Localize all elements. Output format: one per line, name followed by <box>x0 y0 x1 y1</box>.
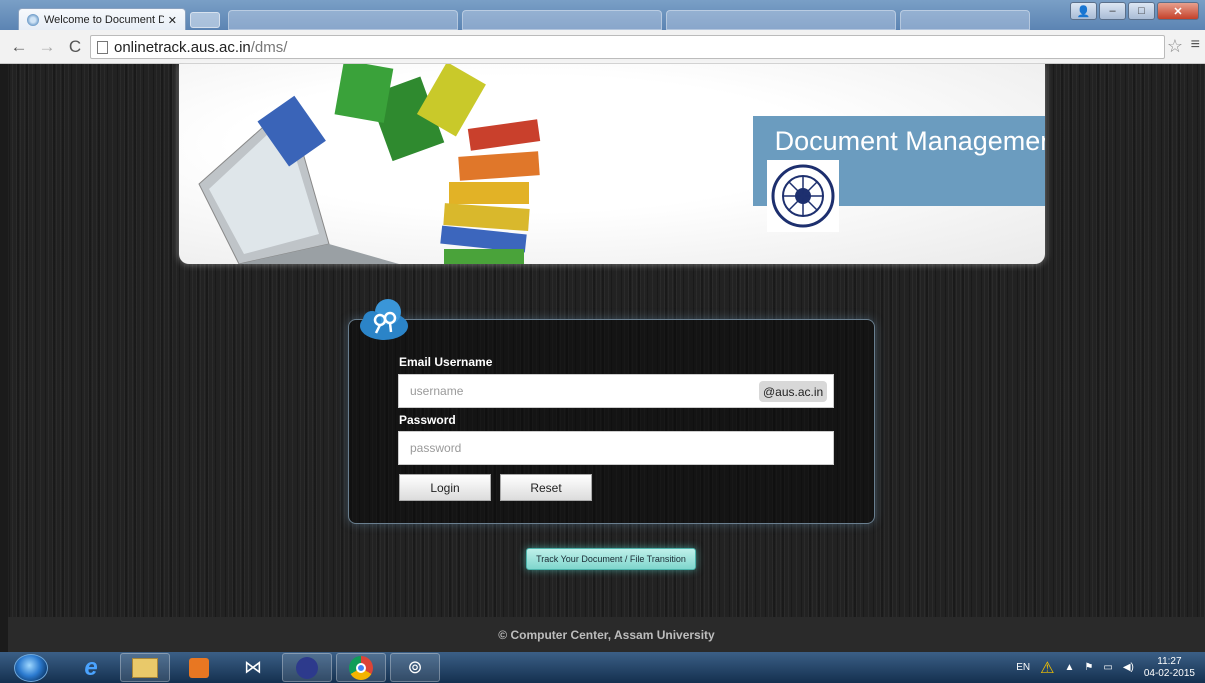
language-indicator[interactable]: EN <box>1016 662 1030 673</box>
minimize-button[interactable]: – <box>1099 2 1126 20</box>
internet-explorer-icon[interactable]: e <box>66 653 116 682</box>
chrome-menu-icon[interactable]: ≡ <box>1191 36 1200 54</box>
page-title: Document Management System <box>774 126 1045 156</box>
reset-button[interactable]: Reset <box>500 474 592 501</box>
window-controls: 👤 – □ ✕ <box>1070 2 1199 20</box>
tab-background[interactable] <box>666 10 896 30</box>
page-background: Document Management System <box>8 64 1205 648</box>
maximize-button[interactable]: □ <box>1128 2 1155 20</box>
address-bar[interactable]: onlinetrack.aus.ac.in /dms/ <box>90 35 1165 59</box>
user-icon[interactable]: 👤 <box>1070 2 1097 20</box>
start-button[interactable] <box>14 653 48 682</box>
folders-laptop-illustration <box>198 64 541 264</box>
password-label: Password <box>399 413 456 427</box>
university-seal-logo <box>767 160 839 232</box>
tab-background[interactable] <box>900 10 1030 30</box>
password-input[interactable] <box>398 431 834 465</box>
url-path: /dms/ <box>250 38 288 56</box>
url-host: onlinetrack.aus.ac.in <box>114 38 251 56</box>
globe-favicon-icon <box>27 14 39 26</box>
login-button[interactable]: Login <box>399 474 491 501</box>
tab-title: Welcome to Document Di <box>44 14 164 26</box>
tab-close-icon[interactable]: ✕ <box>168 14 177 27</box>
back-icon[interactable]: ← <box>10 37 28 57</box>
chrome-icon[interactable] <box>336 653 386 682</box>
tab-background[interactable] <box>228 10 458 30</box>
clock[interactable]: 11:27 04-02-2015 <box>1144 656 1195 680</box>
page-icon <box>97 40 108 54</box>
os-taskbar: e ⋈ ⊚ EN ⚠ ▲ ⚑ ▭ ◀) 11:27 04-02-2015 <box>0 652 1205 683</box>
bookmark-star-icon[interactable]: ☆ <box>1167 36 1183 57</box>
network-icon[interactable]: ▭ <box>1103 662 1112 673</box>
domain-suffix: @aus.ac.in <box>759 381 828 402</box>
file-explorer-icon[interactable] <box>120 653 170 682</box>
visual-studio-icon[interactable]: ⋈ <box>228 653 278 682</box>
new-tab-button[interactable] <box>190 12 220 28</box>
email-username-label: Email Username <box>399 355 493 369</box>
reload-icon[interactable]: C <box>66 37 84 57</box>
tab-dms[interactable]: Welcome to Document Di ✕ <box>18 8 186 31</box>
track-document-button[interactable]: Track Your Document / File Transition <box>526 548 696 570</box>
remote-desktop-icon[interactable]: ⊚ <box>390 653 440 682</box>
clock-time: 11:27 <box>1157 655 1182 667</box>
browser-tabstrip: Welcome to Document Di ✕ 👤 – □ ✕ <box>0 0 1205 31</box>
tab-background[interactable] <box>462 10 662 30</box>
help-warning-icon[interactable]: ⚠ <box>1040 658 1054 678</box>
action-center-flag-icon[interactable]: ⚑ <box>1084 662 1093 673</box>
page-footer: © Computer Center, Assam University <box>8 617 1205 652</box>
system-tray: EN ⚠ ▲ ⚑ ▭ ◀) 11:27 04-02-2015 <box>1016 652 1195 683</box>
header-banner: Document Management System <box>179 64 1045 264</box>
cloud-keys-icon <box>358 296 410 342</box>
clock-date: 04-02-2015 <box>1143 667 1195 679</box>
media-player-icon[interactable] <box>174 653 224 682</box>
volume-icon[interactable]: ◀) <box>1123 662 1134 673</box>
close-window-button[interactable]: ✕ <box>1157 2 1199 20</box>
forward-icon[interactable]: → <box>38 37 56 57</box>
eclipse-icon[interactable] <box>282 653 332 682</box>
browser-toolbar: ← → C onlinetrack.aus.ac.in /dms/ ☆ ≡ <box>0 30 1205 64</box>
show-hidden-icons-icon[interactable]: ▲ <box>1064 662 1074 673</box>
